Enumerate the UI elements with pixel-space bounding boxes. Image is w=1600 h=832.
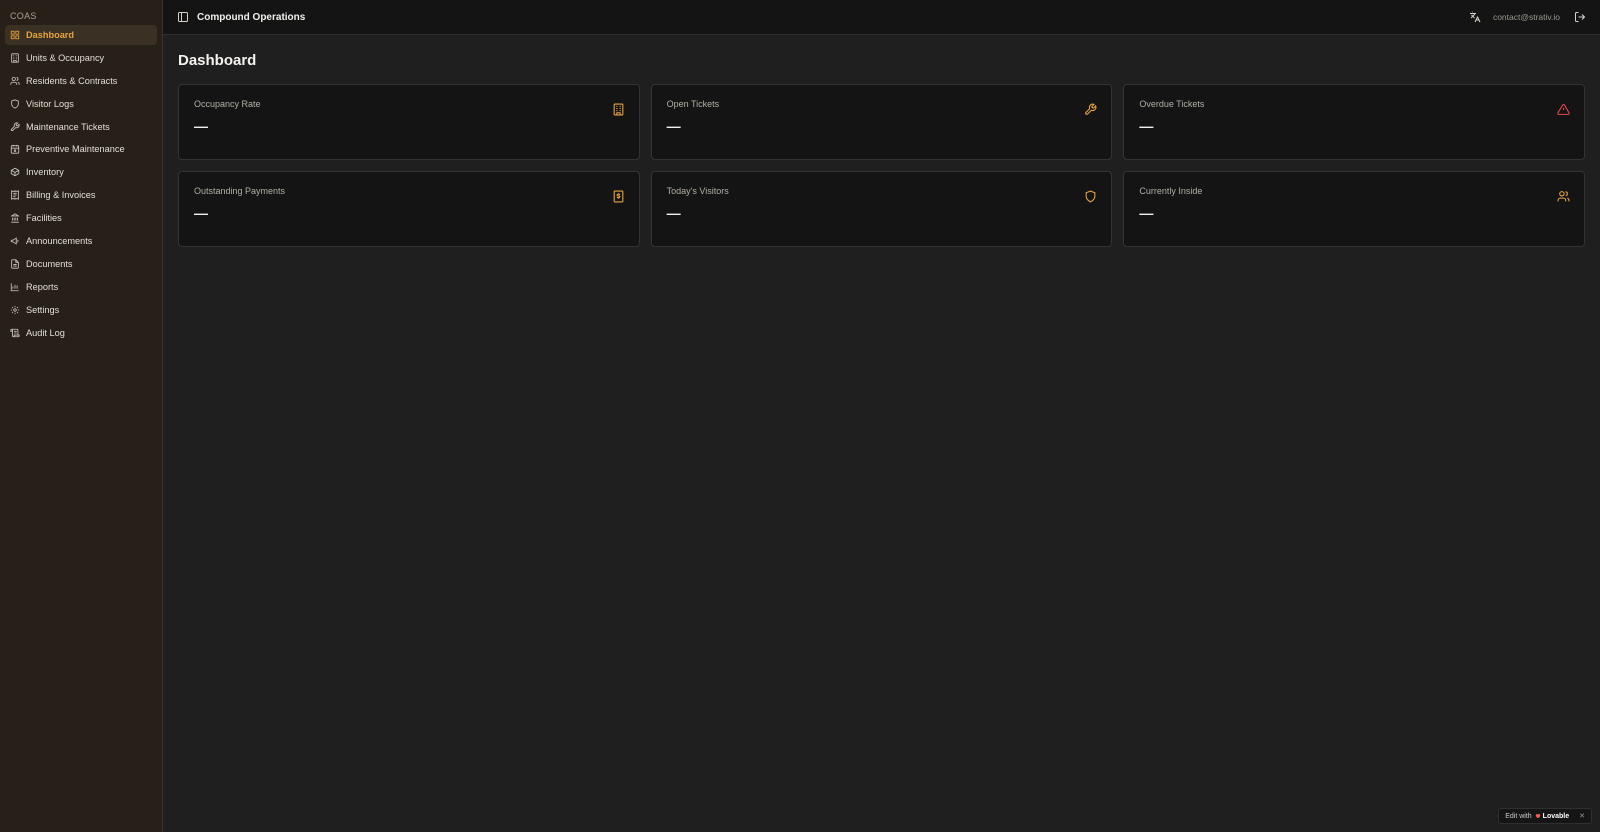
users-icon [10, 76, 20, 86]
stat-card-label: Currently Inside [1139, 186, 1203, 196]
sidebar-item-label: Dashboard [26, 30, 74, 40]
stat-card-occupancy-rate: Occupancy Rate — [178, 84, 640, 160]
heart-icon [1535, 813, 1541, 819]
badge-prefix: Edit with [1505, 812, 1532, 820]
bar-chart-icon [10, 282, 20, 292]
landmark-icon [10, 213, 20, 223]
shield-icon [10, 99, 20, 109]
stat-card-label: Today's Visitors [666, 186, 729, 196]
topbar: Compound Operations contact@strativ.io [163, 0, 1600, 35]
stat-card-value: — [1139, 205, 1154, 221]
sidebar-item-inventory[interactable]: Inventory [5, 162, 157, 182]
sidebar-item-label: Documents [26, 258, 73, 269]
sidebar-item-residents[interactable]: Residents & Contracts [5, 71, 157, 91]
users-icon [1557, 190, 1570, 203]
receipt-dollar-icon [612, 190, 625, 203]
stat-card-currently-inside: Currently Inside — [1123, 171, 1585, 247]
wrench-icon [1084, 103, 1097, 116]
stat-card-value: — [666, 118, 681, 134]
stat-card-value: — [194, 205, 208, 221]
sidebar-item-dashboard[interactable]: Dashboard [5, 25, 157, 45]
sidebar-item-label: Settings [26, 304, 60, 315]
stat-card-todays-visitors: Today's Visitors — [650, 171, 1113, 247]
file-text-icon [10, 259, 20, 269]
stat-card-label: Occupancy Rate [194, 99, 261, 109]
edit-with-lovable-badge[interactable]: Edit with Lovable ✕ [1498, 808, 1592, 824]
stat-card-value: — [194, 118, 208, 134]
megaphone-icon [10, 236, 20, 246]
app-title: Compound Operations [197, 11, 306, 23]
sidebar-item-visitor-logs[interactable]: Visitor Logs [5, 94, 157, 114]
sidebar-item-units[interactable]: Units & Occupancy [5, 48, 157, 68]
sidebar-item-maintenance[interactable]: Maintenance Tickets [5, 117, 157, 137]
sidebar-brand: COAS [10, 11, 37, 21]
user-email: contact@strativ.io [1492, 12, 1560, 22]
stat-card-open-tickets: Open Tickets — [650, 84, 1113, 160]
stats-grid: Occupancy Rate — Open Tickets — Overdue … [178, 84, 1585, 247]
sidebar-item-documents[interactable]: Documents [5, 254, 157, 274]
stat-card-value: — [666, 205, 681, 221]
shield-icon [1084, 190, 1097, 203]
stat-card-label: Open Tickets [666, 99, 720, 109]
sidebar-item-label: Preventive Maintenance [26, 144, 125, 155]
sidebar-item-label: Inventory [26, 167, 64, 178]
sidebar-item-label: Facilities [26, 213, 62, 224]
scroll-icon [10, 328, 20, 338]
sidebar-toggle-icon[interactable] [177, 11, 189, 23]
sidebar-item-facilities[interactable]: Facilities [5, 208, 157, 228]
stat-card-value: — [1139, 118, 1154, 134]
close-icon[interactable]: ✕ [1579, 812, 1585, 820]
sidebar-item-label: Residents & Contracts [26, 75, 118, 86]
page-title: Dashboard [178, 52, 257, 69]
stat-card-overdue-tickets: Overdue Tickets — [1123, 84, 1585, 160]
sidebar-item-label: Announcements [26, 236, 93, 247]
sidebar-nav: Dashboard Units & Occupancy Residents & … [0, 25, 162, 343]
main-area: Compound Operations contact@strativ.io D… [163, 0, 1600, 832]
stat-card-outstanding-payments: Outstanding Payments — [178, 171, 640, 247]
dashboard-content: Dashboard Occupancy Rate — Open Tickets … [163, 35, 1600, 247]
sidebar-item-audit-log[interactable]: Audit Log [5, 323, 157, 343]
sidebar-item-label: Visitor Logs [26, 98, 74, 109]
sidebar-item-label: Units & Occupancy [26, 52, 105, 63]
package-icon [10, 167, 20, 177]
alert-triangle-icon [1557, 103, 1570, 116]
sidebar-item-billing[interactable]: Billing & Invoices [5, 185, 157, 205]
badge-brand-text: Lovable [1542, 812, 1570, 820]
building-icon [612, 103, 625, 116]
sidebar-item-reports[interactable]: Reports [5, 277, 157, 297]
sidebar-item-label: Audit Log [26, 327, 65, 338]
badge-brand: Lovable [1535, 813, 1569, 820]
calendar-cog-icon [10, 144, 20, 155]
layout-grid-icon [10, 30, 20, 40]
sidebar-item-preventive[interactable]: Preventive Maintenance [5, 139, 157, 159]
receipt-icon [10, 190, 20, 201]
app-root: COAS Dashboard Units & Occupancy Residen… [0, 0, 1600, 832]
topbar-actions: contact@strativ.io [1469, 11, 1586, 23]
logout-icon[interactable] [1574, 11, 1586, 23]
gear-icon [10, 305, 20, 315]
stat-card-label: Outstanding Payments [194, 186, 286, 196]
sidebar-item-label: Reports [26, 281, 59, 292]
wrench-icon [10, 121, 20, 132]
sidebar-item-label: Maintenance Tickets [26, 121, 110, 132]
sidebar-item-label: Billing & Invoices [26, 190, 96, 201]
stat-card-label: Overdue Tickets [1139, 99, 1205, 109]
building-icon [10, 53, 20, 63]
sidebar-item-announcements[interactable]: Announcements [5, 231, 157, 251]
sidebar: COAS Dashboard Units & Occupancy Residen… [0, 0, 163, 832]
language-icon[interactable] [1469, 11, 1481, 23]
sidebar-item-settings[interactable]: Settings [5, 300, 157, 320]
